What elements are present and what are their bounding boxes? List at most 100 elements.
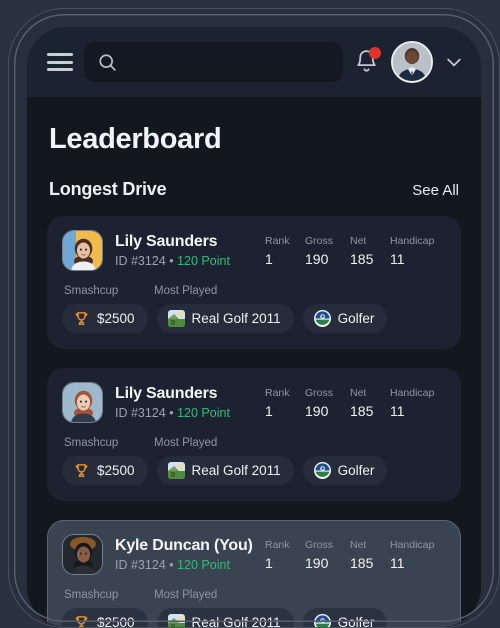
most-played-value: Real Golf 2011 xyxy=(191,311,281,326)
stat-rank-value: 1 xyxy=(265,402,273,419)
stat-rank-value: 1 xyxy=(265,554,273,571)
leaderboard-card[interactable]: Lily Saunders ID #3124 • 120 Point Rank … xyxy=(47,368,461,501)
role-value: Golfer xyxy=(337,463,375,478)
meta-separator: • xyxy=(169,558,174,572)
leaderboard-list: Lily Saunders ID #3124 • 120 Point Rank … xyxy=(47,216,461,627)
player-id: ID #3124 xyxy=(115,558,166,572)
page-title: Leaderboard xyxy=(49,123,222,155)
smashcup-chip[interactable]: $2500 xyxy=(62,304,148,333)
player-identity: Lily Saunders ID #3124 • 120 Point xyxy=(115,233,230,268)
smashcup-label: Smashcup xyxy=(64,285,119,297)
player-name: Lily Saunders xyxy=(115,385,218,402)
stat-handicap-value: 11 xyxy=(390,554,405,571)
player-id: ID #3124 xyxy=(115,406,166,420)
stat-handicap-label: Handicap xyxy=(390,538,435,551)
chevron-down-icon[interactable] xyxy=(444,52,464,72)
golfer-badge-icon xyxy=(313,614,331,627)
most-played-value: Real Golf 2011 xyxy=(191,463,281,478)
role-chip[interactable]: Golfer xyxy=(302,608,388,627)
notification-badge xyxy=(369,47,381,59)
smashcup-label: Smashcup xyxy=(64,589,119,601)
role-value: Golfer xyxy=(337,615,375,627)
meta-separator: • xyxy=(169,406,174,420)
stat-handicap: Handicap 11 xyxy=(390,539,446,571)
player-meta: ID #3124 • 120 Point xyxy=(115,254,230,268)
player-points: 120 Point xyxy=(177,406,230,420)
most-played-label: Most Played xyxy=(154,589,218,601)
leaderboard-card-you[interactable]: Kyle Duncan (You) ID #3124 • 120 Point R… xyxy=(47,520,461,627)
stat-handicap-value: 11 xyxy=(390,402,405,419)
stat-gross: Gross 190 xyxy=(305,539,350,571)
chip-row: $2500 Real Golf 2011 Golfer xyxy=(62,456,446,485)
player-meta: ID #3124 • 120 Point xyxy=(115,406,230,420)
stat-rank: Rank 1 xyxy=(265,387,305,419)
player-id: ID #3124 xyxy=(115,254,166,268)
stat-handicap-label: Handicap xyxy=(390,234,435,247)
trophy-icon xyxy=(73,462,90,479)
smashcup-chip[interactable]: $2500 xyxy=(62,608,148,627)
game-thumbnail-icon xyxy=(167,310,185,327)
hamburger-menu-icon[interactable] xyxy=(47,53,73,71)
stat-gross-label: Gross xyxy=(305,386,334,399)
chip-row: $2500 Real Golf 2011 Golfer xyxy=(62,304,446,333)
player-identity: Lily Saunders ID #3124 • 120 Point xyxy=(115,385,230,420)
player-name: Lily Saunders xyxy=(115,233,218,250)
most-played-chip[interactable]: Real Golf 2011 xyxy=(156,608,294,627)
stat-gross: Gross 190 xyxy=(305,235,350,267)
stat-gross-value: 190 xyxy=(305,554,329,571)
leaderboard-card[interactable]: Lily Saunders ID #3124 • 120 Point Rank … xyxy=(47,216,461,349)
chip-section-labels: Smashcup Most Played xyxy=(62,285,446,297)
player-stats: Rank 1 Gross 190 Net 185 Handicap 11 xyxy=(265,235,446,267)
player-avatar xyxy=(62,230,103,271)
search-icon xyxy=(97,52,118,73)
chip-section-labels: Smashcup Most Played xyxy=(62,437,446,449)
stat-rank-value: 1 xyxy=(265,250,273,267)
stat-net-value: 185 xyxy=(350,250,374,267)
stat-handicap-label: Handicap xyxy=(390,386,435,399)
smashcup-value: $2500 xyxy=(97,615,135,627)
role-chip[interactable]: Golfer xyxy=(302,456,388,485)
golfer-badge-icon xyxy=(313,310,331,327)
stat-net-label: Net xyxy=(350,538,367,551)
stat-gross-value: 190 xyxy=(305,250,329,267)
most-played-value: Real Golf 2011 xyxy=(191,615,281,627)
stat-net: Net 185 xyxy=(350,387,390,419)
stat-net-value: 185 xyxy=(350,402,374,419)
stat-gross-label: Gross xyxy=(305,538,334,551)
chip-row: $2500 Real Golf 2011 Golfer xyxy=(62,608,446,627)
trophy-icon xyxy=(73,310,90,327)
stat-handicap: Handicap 11 xyxy=(390,235,446,267)
smashcup-label: Smashcup xyxy=(64,437,119,449)
player-name: Kyle Duncan (You) xyxy=(115,537,253,554)
most-played-chip[interactable]: Real Golf 2011 xyxy=(156,304,294,333)
player-points: 120 Point xyxy=(177,254,230,268)
app-header xyxy=(27,27,481,97)
stat-net: Net 185 xyxy=(350,235,390,267)
card-header: Lily Saunders ID #3124 • 120 Point Rank … xyxy=(62,230,446,271)
see-all-link[interactable]: See All xyxy=(412,182,459,199)
stat-net-label: Net xyxy=(350,386,367,399)
player-stats: Rank 1 Gross 190 Net 185 Handicap 11 xyxy=(265,539,446,571)
stat-net-label: Net xyxy=(350,234,367,247)
page-content: Leaderboard Longest Drive See All Lily S… xyxy=(27,97,481,627)
stat-rank-label: Rank xyxy=(265,386,290,399)
most-played-chip[interactable]: Real Golf 2011 xyxy=(156,456,294,485)
stat-net: Net 185 xyxy=(350,539,390,571)
player-identity: Kyle Duncan (You) ID #3124 • 120 Point xyxy=(115,537,253,572)
golfer-badge-icon xyxy=(313,462,331,479)
section-header: Longest Drive See All xyxy=(47,156,461,200)
notifications-button[interactable] xyxy=(354,47,381,76)
most-played-label: Most Played xyxy=(154,285,218,297)
role-chip[interactable]: Golfer xyxy=(302,304,388,333)
stat-handicap: Handicap 11 xyxy=(390,387,446,419)
meta-separator: • xyxy=(169,254,174,268)
smashcup-chip[interactable]: $2500 xyxy=(62,456,148,485)
search-input[interactable] xyxy=(126,54,330,70)
smashcup-value: $2500 xyxy=(97,311,135,326)
player-meta: ID #3124 • 120 Point xyxy=(115,558,253,572)
stat-handicap-value: 11 xyxy=(390,250,405,267)
card-header: Kyle Duncan (You) ID #3124 • 120 Point R… xyxy=(62,534,446,575)
avatar[interactable] xyxy=(391,41,433,83)
card-header: Lily Saunders ID #3124 • 120 Point Rank … xyxy=(62,382,446,423)
search-bar[interactable] xyxy=(84,42,343,82)
